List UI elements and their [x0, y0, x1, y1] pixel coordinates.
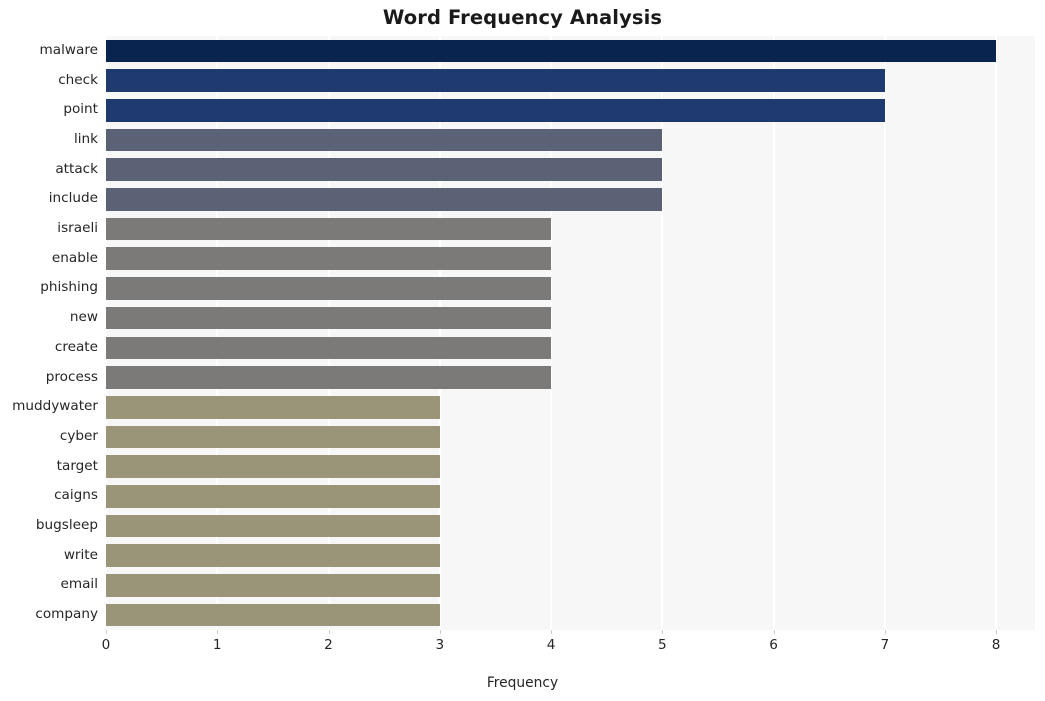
bar-point[interactable]	[106, 98, 885, 122]
x-tick-label-0: 0	[101, 637, 111, 653]
bar-bugsleep[interactable]	[106, 514, 440, 538]
bar-row[interactable]	[106, 366, 1035, 389]
bar-row[interactable]	[106, 277, 1035, 300]
x-tick-label-4: 4	[546, 637, 556, 653]
bar-row[interactable]	[106, 603, 1035, 627]
y-tick-label-phishing: phishing	[40, 279, 98, 296]
bar-cyber[interactable]	[106, 425, 440, 449]
x-axis-label: Frequency	[486, 675, 559, 691]
bar-caigns[interactable]	[106, 485, 440, 508]
y-tick-label-cyber: cyber	[59, 427, 98, 444]
bar-process[interactable]	[106, 366, 552, 389]
bar-include[interactable]	[106, 188, 663, 211]
y-tick-label-link: link	[73, 130, 98, 147]
y-tick-label-write: write	[63, 546, 98, 563]
y-tick-label-enable: enable	[51, 249, 98, 266]
y-tick-label-new: new	[69, 309, 98, 326]
y-tick-label-muddywater: muddywater	[12, 398, 98, 415]
y-tick-label-attack: attack	[55, 160, 98, 177]
x-tick-label-8: 8	[991, 637, 1001, 653]
x-tick-mark	[773, 630, 775, 634]
bar-israeli[interactable]	[106, 217, 552, 241]
bar-row[interactable]	[106, 217, 1035, 241]
x-tick-mark	[328, 630, 330, 634]
y-tick-label-israeli: israeli	[57, 220, 98, 237]
x-tick-mark	[106, 630, 107, 634]
bar-row[interactable]	[106, 455, 1035, 478]
y-tick-label-malware: malware	[39, 41, 98, 58]
bar-row[interactable]	[106, 514, 1035, 538]
x-tick-mark	[662, 630, 664, 634]
bar-row[interactable]	[106, 69, 1035, 92]
x-tick-mark	[439, 630, 441, 634]
bar-write[interactable]	[106, 544, 440, 568]
x-axis: 0 1 2 3 4 5 6 7 8	[102, 630, 1035, 670]
x-tick-label-6: 6	[769, 637, 778, 653]
gridline-vertical	[883, 36, 886, 630]
bar-row[interactable]	[106, 128, 1035, 152]
bar-row[interactable]	[106, 544, 1035, 568]
bar-muddywater[interactable]	[106, 395, 440, 419]
gridline-vertical	[550, 36, 553, 630]
bar-check[interactable]	[106, 69, 885, 92]
bar-attack[interactable]	[106, 158, 663, 181]
x-tick-mark	[217, 630, 219, 634]
y-tick-label-point: point	[63, 101, 98, 118]
bar-row[interactable]	[106, 336, 1035, 360]
bar-row[interactable]	[106, 395, 1035, 419]
bar-row[interactable]	[106, 485, 1035, 508]
y-axis: malware check point link attack include israel…	[0, 36, 98, 630]
gridline-vertical	[438, 36, 441, 630]
bar-row[interactable]	[106, 98, 1035, 122]
bar-target[interactable]	[106, 455, 440, 478]
y-tick-label-email: email	[60, 576, 99, 593]
y-tick-label-create: create	[54, 338, 98, 355]
gridline-vertical	[995, 36, 998, 630]
bar-email[interactable]	[106, 574, 440, 597]
x-tick-label-1: 1	[212, 637, 222, 653]
gridline-vertical	[772, 36, 775, 630]
word-frequency-bar-chart: Word Frequency Analysis malware check poin…	[0, 0, 1045, 701]
bar-malware[interactable]	[106, 39, 997, 63]
gridline-vertical	[216, 36, 219, 630]
x-tick-mark	[884, 630, 886, 634]
y-tick-label-include: include	[48, 190, 98, 207]
bar-enable[interactable]	[106, 247, 552, 271]
bar-company[interactable]	[106, 603, 440, 627]
x-tick-label-5: 5	[657, 637, 667, 653]
bar-row[interactable]	[106, 188, 1035, 211]
chart-title: Word Frequency Analysis	[382, 6, 663, 29]
bar-row[interactable]	[106, 425, 1035, 449]
bar-row[interactable]	[106, 574, 1035, 597]
x-tick-mark	[996, 630, 998, 634]
plot-area	[105, 36, 1035, 630]
x-tick-label-7: 7	[880, 637, 890, 653]
x-tick-label-3: 3	[435, 637, 445, 653]
bar-row[interactable]	[106, 306, 1035, 330]
bar-row[interactable]	[106, 39, 1035, 63]
x-tick-mark	[551, 630, 553, 634]
y-tick-label-bugsleep: bugsleep	[35, 517, 98, 534]
y-tick-label-check: check	[58, 71, 98, 88]
bar-phishing[interactable]	[106, 277, 552, 300]
y-tick-label-process: process	[45, 368, 98, 385]
gridline-vertical	[327, 36, 330, 630]
y-tick-label-caigns: caigns	[54, 487, 98, 504]
bar-row[interactable]	[106, 158, 1035, 181]
bar-link[interactable]	[106, 128, 663, 152]
x-tick-label-2: 2	[324, 637, 333, 653]
bar-new[interactable]	[106, 306, 552, 330]
y-tick-label-company: company	[35, 606, 98, 623]
gridline-vertical	[661, 36, 664, 630]
bar-row[interactable]	[106, 247, 1035, 271]
gridline-vertical	[105, 36, 107, 630]
y-tick-label-target: target	[56, 457, 98, 474]
bar-create[interactable]	[106, 336, 552, 360]
